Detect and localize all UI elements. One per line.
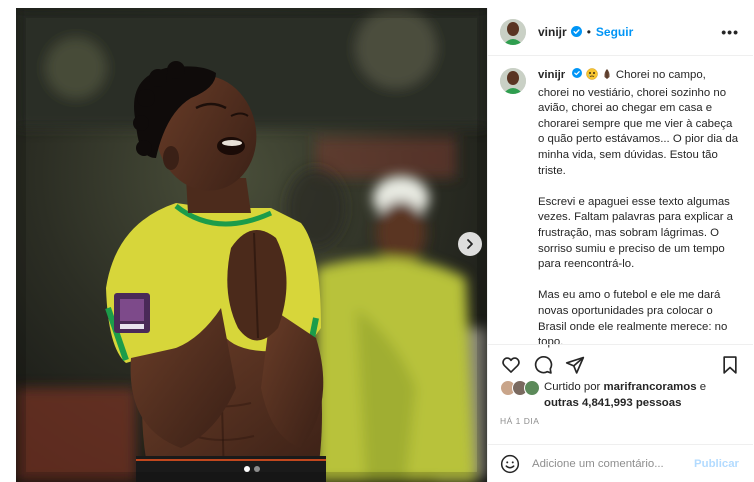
bookmark-icon <box>723 355 737 374</box>
publish-comment-button[interactable]: Publicar <box>694 458 739 470</box>
folded-hands-emoji <box>601 68 613 86</box>
post-photo[interactable] <box>16 8 487 482</box>
post-header: vinijr • Seguir ••• <box>488 8 753 56</box>
post-side-panel: vinijr • Seguir ••• vinijr Chorei no cam… <box>487 8 753 482</box>
emoji-picker-button[interactable] <box>500 454 520 474</box>
caption-section: vinijr Chorei no campo, chorei no vestiá… <box>488 56 753 348</box>
username-link[interactable]: vinijr <box>538 25 567 39</box>
more-options-icon[interactable]: ••• <box>721 24 739 40</box>
likers-avatars[interactable] <box>500 380 544 398</box>
verified-badge-icon <box>572 68 583 78</box>
smiley-icon <box>500 454 520 473</box>
user-avatar-image <box>500 68 526 94</box>
separator-dot: • <box>586 24 591 39</box>
caption-paragraph-1: Chorei no campo, chorei no vestiário, ch… <box>538 69 739 177</box>
likes-middle: e <box>696 381 707 393</box>
save-button[interactable] <box>719 354 741 376</box>
verified-badge-icon <box>570 26 582 37</box>
liker-avatar <box>524 380 540 396</box>
caption-text: vinijr Chorei no campo, chorei no vestiá… <box>538 68 739 348</box>
caption-avatar[interactable] <box>500 68 526 94</box>
share-button[interactable] <box>564 354 586 376</box>
likes-prefix: Curtido por <box>544 381 604 393</box>
caption-paragraph-3: Mas eu amo o futebol e ele me dará novas… <box>538 289 728 349</box>
user-avatar-image <box>500 18 526 45</box>
caption-paragraph-2: Escrevi e apaguei esse texto algumas vez… <box>538 195 733 271</box>
carousel-next-button[interactable] <box>458 232 482 256</box>
like-button[interactable] <box>500 354 522 376</box>
carousel-dot-active <box>243 466 250 472</box>
avatar[interactable] <box>500 18 526 45</box>
carousel-dot <box>253 466 260 472</box>
post-actions-bar <box>488 344 753 384</box>
face-holding-back-tears-emoji <box>585 68 598 86</box>
carousel-indicator <box>16 466 487 472</box>
comment-button[interactable] <box>532 354 554 376</box>
share-icon <box>565 356 585 374</box>
liker-username-link[interactable]: marifrancoramos <box>604 381 697 393</box>
comment-input[interactable] <box>532 457 695 470</box>
likes-count-link[interactable]: outras 4,841,993 pessoas <box>544 397 681 409</box>
comment-icon <box>534 355 553 374</box>
comment-bar: Publicar <box>488 444 753 482</box>
photo-football-player-praying <box>16 8 487 482</box>
post-timestamp[interactable]: HÁ 1 DIA <box>500 416 539 426</box>
chevron-right-icon <box>467 239 473 249</box>
heart-icon <box>502 356 520 373</box>
likes-text: Curtido por marifrancoramos e outras 4,8… <box>544 380 706 411</box>
follow-button[interactable]: Seguir <box>596 25 633 39</box>
likes-summary: Curtido por marifrancoramos e outras 4,8… <box>500 380 741 411</box>
caption-username-link[interactable]: vinijr <box>538 69 565 81</box>
instagram-post-window: vinijr • Seguir ••• vinijr Chorei no cam… <box>0 0 754 482</box>
